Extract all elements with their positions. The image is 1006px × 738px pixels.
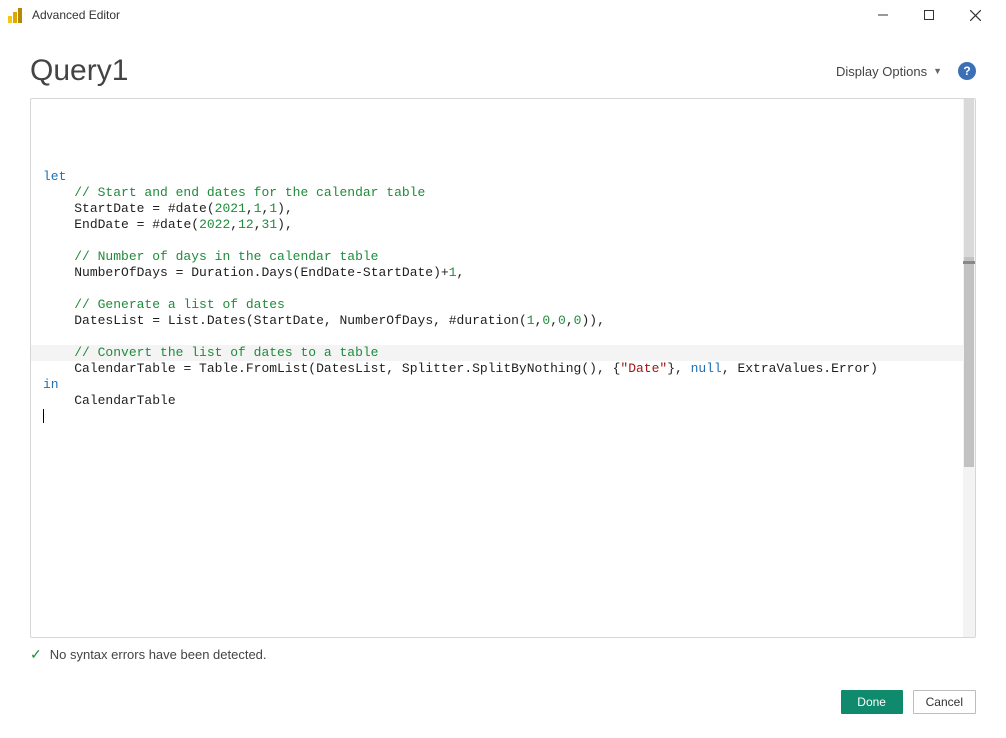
display-options-label: Display Options <box>836 64 927 79</box>
display-options-dropdown[interactable]: Display Options ▼ <box>836 64 942 79</box>
header: Query1 Display Options ▼ ? <box>0 30 1006 98</box>
code-editor[interactable]: let // Start and end dates for the calen… <box>31 99 975 637</box>
maximize-button[interactable] <box>906 1 952 29</box>
window-controls <box>860 1 998 29</box>
code-content: let // Start and end dates for the calen… <box>43 153 969 426</box>
powerbi-icon <box>8 7 24 23</box>
status-message: No syntax errors have been detected. <box>50 647 267 662</box>
footer-buttons: Done Cancel <box>841 690 976 714</box>
titlebar: Advanced Editor <box>0 0 1006 30</box>
close-button[interactable] <box>952 1 998 29</box>
text-cursor <box>43 409 44 423</box>
editor-container: let // Start and end dates for the calen… <box>30 98 976 638</box>
check-icon: ✓ <box>30 646 42 663</box>
status-bar: ✓ No syntax errors have been detected. <box>30 646 976 663</box>
query-name: Query1 <box>30 54 128 88</box>
cancel-button[interactable]: Cancel <box>913 690 976 714</box>
minimize-button[interactable] <box>860 1 906 29</box>
window-title: Advanced Editor <box>32 8 120 22</box>
done-button[interactable]: Done <box>841 690 903 714</box>
chevron-down-icon: ▼ <box>933 66 942 76</box>
help-icon[interactable]: ? <box>958 62 976 80</box>
